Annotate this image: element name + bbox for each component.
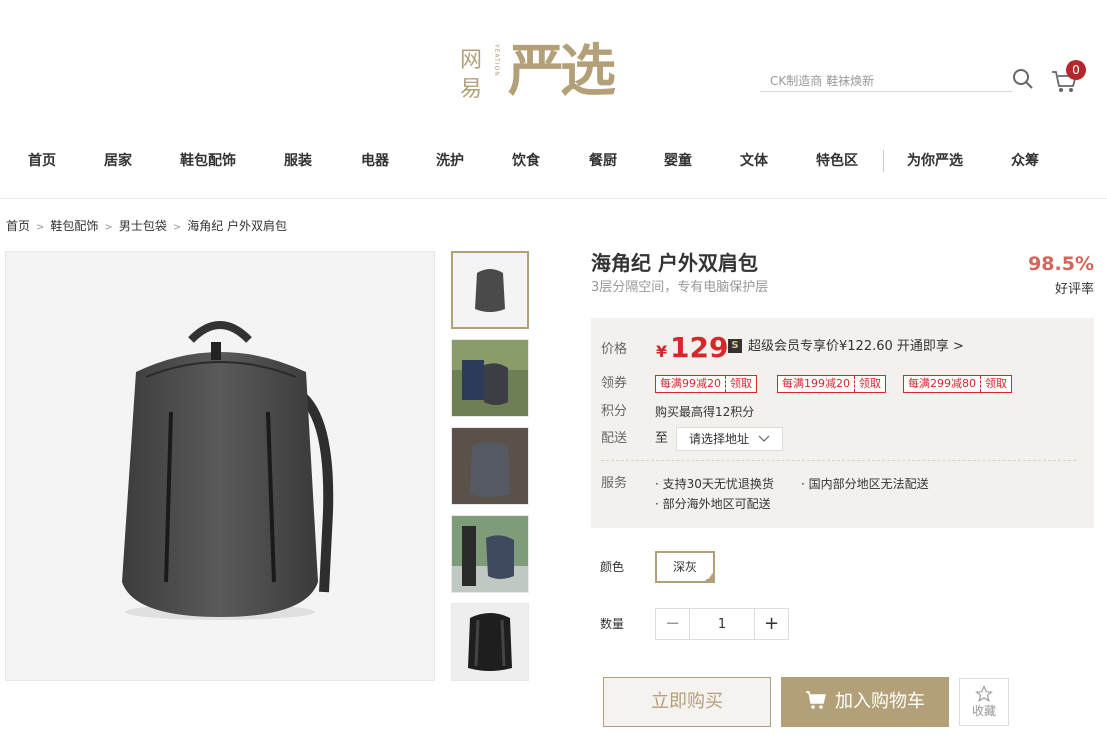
divider xyxy=(601,460,1076,461)
star-icon xyxy=(975,685,993,702)
add-to-cart-button[interactable]: 加入购物车 xyxy=(781,677,949,727)
service-item: · 国内部分地区无法配送 xyxy=(801,477,929,491)
nav-item-for-you[interactable]: 为你严选 xyxy=(907,150,963,172)
nav-item-home[interactable]: 首页 xyxy=(28,150,56,172)
search-input[interactable] xyxy=(760,71,1012,91)
thumbnail-image xyxy=(452,428,528,504)
chevron-down-icon xyxy=(758,428,770,458)
address-placeholder: 请选择地址 xyxy=(689,432,750,446)
buy-now-button[interactable]: 立即购买 xyxy=(603,677,771,727)
coupon-amount: 每满99减20 xyxy=(660,377,721,390)
thumbnail-image xyxy=(452,516,528,592)
main-nav: 首页 居家 鞋包配饰 服装 电器 洗护 饮食 餐厨 婴童 文体 特色区 为你严选… xyxy=(0,140,1107,182)
coupon-get-button[interactable]: 领取 xyxy=(980,376,1011,392)
coupon-3[interactable]: 每满299减80 领取 xyxy=(903,375,1012,393)
address-select[interactable]: 请选择地址 xyxy=(676,427,783,451)
nav-item-stationery[interactable]: 文体 xyxy=(740,150,768,172)
vip-icon: S xyxy=(728,339,742,353)
thumbnail-1[interactable] xyxy=(451,251,529,329)
nav-item-food[interactable]: 饮食 xyxy=(512,150,540,172)
breadcrumb-bags[interactable]: 鞋包配饰 xyxy=(50,216,98,236)
coupon-get-button[interactable]: 领取 xyxy=(725,376,756,392)
nav-divider xyxy=(883,150,884,172)
cart-count-badge: 0 xyxy=(1066,60,1086,80)
price-value: 129 xyxy=(670,331,729,364)
brand-logo[interactable]: 网易 YEATION 严选 xyxy=(458,38,648,108)
thumbnail-image xyxy=(475,269,505,312)
nav-item-baby[interactable]: 婴童 xyxy=(664,150,692,172)
coupon-amount: 每满199减20 xyxy=(782,377,850,390)
thumbnail-3[interactable] xyxy=(451,427,529,505)
thumbnail-2[interactable] xyxy=(451,339,529,417)
price-label: 价格 xyxy=(601,342,628,357)
points-text: 购买最高得12积分 xyxy=(655,405,755,419)
quantity-input[interactable] xyxy=(690,609,754,639)
nav-item-featured[interactable]: 特色区 xyxy=(816,150,858,172)
product-title: 海角纪 户外双肩包 xyxy=(591,251,758,275)
rating-label: 好评率 xyxy=(1054,282,1094,297)
coupon-label: 领券 xyxy=(601,376,628,391)
coupon-1[interactable]: 每满99减20 领取 xyxy=(655,375,757,393)
price-panel: 价格 ¥ 129 S 超级会员专享价¥122.60 开通即享 > 领券 每满99… xyxy=(591,318,1094,528)
favorite-button[interactable]: 收藏 xyxy=(959,678,1009,726)
color-label: 颜色 xyxy=(600,560,625,574)
check-icon: ✓ xyxy=(706,573,713,582)
delivery-to: 至 xyxy=(655,431,669,446)
quantity-plus-button[interactable]: + xyxy=(754,609,788,639)
product-subtitle: 3层分隔空间，专有电脑保护层 xyxy=(591,280,769,295)
breadcrumb: 首页 > 鞋包配饰 > 男士包袋 > 海角纪 户外双肩包 xyxy=(6,216,287,236)
nav-item-apparel[interactable]: 服装 xyxy=(284,150,312,172)
points-label: 积分 xyxy=(601,404,628,419)
color-option-label: 深灰 xyxy=(672,560,697,574)
quantity-label: 数量 xyxy=(600,617,625,631)
search-icon[interactable] xyxy=(1012,68,1034,90)
logo-yanxuan: 严选 xyxy=(508,38,616,104)
nav-item-kitchen[interactable]: 餐厨 xyxy=(589,150,617,172)
chevron-right-icon: > xyxy=(36,222,45,233)
service-item: · 支持30天无忧退换货 xyxy=(655,477,774,491)
logo-wangyi: 网易 xyxy=(460,48,483,102)
nav-item-appliances[interactable]: 电器 xyxy=(361,150,389,172)
delivery-label: 配送 xyxy=(601,431,628,446)
main-product-image[interactable] xyxy=(5,251,435,681)
nav-item-care[interactable]: 洗护 xyxy=(436,150,464,172)
service-text: 国内部分地区无法配送 xyxy=(808,477,929,491)
coupon-2[interactable]: 每满199减20 领取 xyxy=(777,375,886,393)
nav-item-home-living[interactable]: 居家 xyxy=(104,150,132,172)
thumbnail-4[interactable] xyxy=(451,515,529,593)
chevron-right-icon: > xyxy=(104,222,113,233)
vip-price-link[interactable]: 超级会员专享价¥122.60 开通即享 > xyxy=(748,338,964,356)
search-bar xyxy=(760,70,1012,92)
backpack-image xyxy=(122,321,334,620)
service-label: 服务 xyxy=(601,476,628,491)
coupon-get-button[interactable]: 领取 xyxy=(854,376,885,392)
nav-item-crowdfunding[interactable]: 众筹 xyxy=(1011,150,1039,172)
header-divider xyxy=(0,198,1107,199)
quantity-minus-button[interactable]: − xyxy=(656,609,690,639)
logo-yeation: YEATION xyxy=(493,44,500,77)
thumbnail-image xyxy=(452,340,528,416)
breadcrumb-home[interactable]: 首页 xyxy=(6,216,30,236)
breadcrumb-current: 海角纪 户外双肩包 xyxy=(187,219,288,233)
chevron-right-icon: > xyxy=(172,222,182,233)
rating-value[interactable]: 98.5% xyxy=(1028,252,1094,276)
color-option-dark-gray[interactable]: 深灰 ✓ xyxy=(655,551,715,583)
service-item: · 部分海外地区可配送 xyxy=(655,497,771,511)
service-text: 部分海外地区可配送 xyxy=(662,497,771,511)
coupon-amount: 每满299减80 xyxy=(908,377,976,390)
thumbnail-image xyxy=(452,604,528,680)
cart-icon xyxy=(806,691,826,709)
nav-item-bags[interactable]: 鞋包配饰 xyxy=(180,150,236,172)
thumbnail-5[interactable] xyxy=(451,603,529,681)
service-text: 支持30天无忧退换货 xyxy=(662,477,774,491)
add-to-cart-label: 加入购物车 xyxy=(835,691,925,712)
price-currency: ¥ xyxy=(656,342,668,361)
favorite-label: 收藏 xyxy=(971,704,996,718)
breadcrumb-mens-bags[interactable]: 男士包袋 xyxy=(119,216,167,236)
quantity-stepper: − + xyxy=(655,608,789,640)
